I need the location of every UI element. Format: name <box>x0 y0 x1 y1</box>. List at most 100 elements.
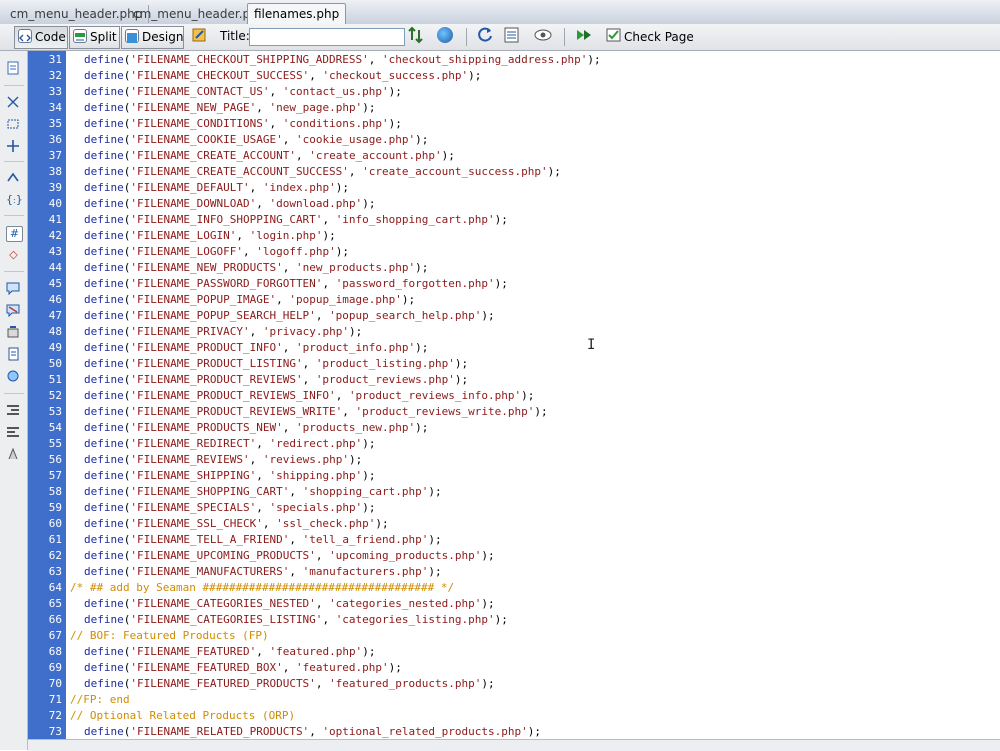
code-line[interactable]: 73 define('FILENAME_RELATED_PRODUCTS', 'o… <box>49 724 1000 739</box>
line-number: 35 <box>48 117 62 130</box>
code-line[interactable]: 43 define('FILENAME_LOGOFF', 'logoff.php'… <box>49 244 1000 260</box>
code-line[interactable]: 63 define('FILENAME_MANUFACTURERS', 'manu… <box>49 564 1000 580</box>
expand-all-icon[interactable] <box>6 139 21 153</box>
format-source-icon[interactable] <box>6 447 21 461</box>
line-number: 61 <box>48 533 62 546</box>
line-number: 55 <box>48 437 62 450</box>
expand-selection-icon[interactable] <box>6 117 21 131</box>
view-options-button[interactable] <box>500 26 526 47</box>
code-line[interactable]: 52 define('FILENAME_PRODUCT_REVIEWS_INFO'… <box>49 388 1000 404</box>
title-input[interactable] <box>249 28 405 46</box>
code-line[interactable]: 71 //FP: end <box>49 692 1000 708</box>
apply-comment-icon[interactable] <box>6 281 21 296</box>
code-statement: define('FILENAME_UPCOMING_PRODUCTS', 'up… <box>84 549 495 562</box>
code-line[interactable]: 34 define('FILENAME_NEW_PAGE', 'new_page.… <box>49 100 1000 124</box>
code-line[interactable]: 62 define('FILENAME_UPCOMING_PRODUCTS', '… <box>49 548 1000 564</box>
remove-comment-icon[interactable] <box>6 303 21 318</box>
wrap-tag-icon[interactable] <box>6 325 21 339</box>
code-line[interactable]: 42 define('FILENAME_LOGIN', 'login.php'); <box>49 228 1000 244</box>
code-line[interactable]: 51 define('FILENAME_PRODUCT_REVIEWS', 'pr… <box>49 372 1000 388</box>
file-management-button[interactable] <box>404 26 430 47</box>
code-line[interactable]: 72 // Optional Related Products (ORP) <box>49 708 1000 724</box>
code-view-button[interactable]: Code <box>14 26 68 49</box>
line-number: 69 <box>48 661 62 674</box>
code-line[interactable]: 48 define('FILENAME_PRIVACY', 'privacy.ph… <box>49 324 1000 340</box>
select-parent-icon[interactable] <box>6 171 21 185</box>
horizontal-scrollbar[interactable] <box>28 739 1000 751</box>
code-statement: define('FILENAME_FEATURED_BOX', 'feature… <box>84 661 402 674</box>
code-line[interactable]: 69 define('FILENAME_FEATURED_BOX', 'featu… <box>49 660 1000 676</box>
code-line[interactable]: 31 define('FILENAME_CHECKOUT_SHIPPING_ADD… <box>49 52 1000 68</box>
code-line[interactable]: 68 define('FILENAME_FEATURED', 'featured.… <box>49 644 1000 660</box>
code-line[interactable]: 38 define('FILENAME_CREATE_ACCOUNT_SUCCES… <box>49 164 1000 180</box>
code-statement: define('FILENAME_PASSWORD_FORGOTTEN', 'p… <box>84 277 508 290</box>
line-number: 52 <box>48 389 62 402</box>
move-css-icon[interactable] <box>6 369 21 383</box>
refresh-button[interactable] <box>474 26 496 47</box>
code-line[interactable]: 49 define('FILENAME_PRODUCT_INFO', 'produ… <box>49 340 1000 356</box>
validate-markup-button[interactable] <box>572 26 598 47</box>
tab-filenames[interactable]: filenames.php <box>247 3 347 25</box>
code-line[interactable]: 45 define('FILENAME_PASSWORD_FORGOTTEN', … <box>49 276 1000 292</box>
document-icon[interactable] <box>6 61 21 75</box>
code-line[interactable]: 37 define('FILENAME_CREATE_ACCOUNT', 'cre… <box>49 148 1000 164</box>
code-line[interactable]: 60 define('FILENAME_SSL_CHECK', 'ssl_chec… <box>49 516 1000 532</box>
code-statement: define('FILENAME_COOKIE_USAGE', 'cookie_… <box>84 133 429 146</box>
code-line[interactable]: 67 // BOF: Featured Products (FP) <box>49 628 1000 644</box>
highlight-invalid-icon[interactable]: ◇ <box>6 248 21 262</box>
code-editor[interactable]: 31 define('FILENAME_CHECKOUT_SHIPPING_ADD… <box>28 51 1000 739</box>
code-statement: define('FILENAME_PRODUCT_REVIEWS_INFO', … <box>84 389 535 402</box>
line-number: 68 <box>48 645 62 658</box>
recent-snippets-icon[interactable] <box>6 347 21 361</box>
code-line[interactable]: 47 define('FILENAME_POPUP_SEARCH_HELP', '… <box>49 308 1000 324</box>
code-line[interactable]: 53 define('FILENAME_PRODUCT_REVIEWS_WRITE… <box>49 404 1000 420</box>
live-view-button[interactable] <box>188 26 208 47</box>
line-number: 33 <box>48 85 62 98</box>
code-line[interactable]: 56 define('FILENAME_REVIEWS', 'reviews.ph… <box>49 452 1000 468</box>
split-view-icon <box>73 29 87 43</box>
code-line[interactable]: 35 define('FILENAME_CONDITIONS', 'conditi… <box>49 116 1000 132</box>
code-line[interactable]: 50 define('FILENAME_PRODUCT_LISTING', 'pr… <box>49 356 1000 372</box>
code-line[interactable]: 46 define('FILENAME_POPUP_IMAGE', 'popup_… <box>49 292 1000 308</box>
collapse-icon[interactable] <box>6 95 21 109</box>
code-lines[interactable]: 31 define('FILENAME_CHECKOUT_SHIPPING_ADD… <box>49 52 1000 739</box>
outdent-icon[interactable] <box>6 425 21 439</box>
code-line[interactable]: 44 define('FILENAME_NEW_PRODUCTS', 'new_p… <box>49 260 1000 276</box>
code-line[interactable]: 39 define('FILENAME_DEFAULT', 'index.php'… <box>49 180 1000 196</box>
code-view-icon <box>18 29 32 43</box>
line-number: 39 <box>48 181 62 194</box>
line-number: 45 <box>48 277 62 290</box>
code-line[interactable]: 65 define('FILENAME_CATEGORIES_NESTED', '… <box>49 596 1000 612</box>
line-numbers-icon[interactable]: # <box>6 226 23 242</box>
code-line[interactable]: 70 define('FILENAME_FEATURED_PRODUCTS', '… <box>49 676 1000 692</box>
code-line[interactable]: 32 define('FILENAME_CHECKOUT_SUCCESS', 'c… <box>49 68 1000 84</box>
code-line[interactable]: 40 define('FILENAME_DOWNLOAD', 'download.… <box>49 196 1000 212</box>
code-line[interactable]: 58 define('FILENAME_SHOPPING_CART', 'shop… <box>49 484 1000 500</box>
code-line[interactable]: 61 define('FILENAME_TELL_A_FRIEND', 'tell… <box>49 532 1000 548</box>
code-line[interactable]: 54 define('FILENAME_PRODUCTS_NEW', 'produ… <box>49 420 1000 436</box>
balance-braces-icon[interactable]: {:} <box>6 193 23 207</box>
line-number: 42 <box>48 229 62 242</box>
line-number: 53 <box>48 405 62 418</box>
code-line[interactable]: 41 define('FILENAME_INFO_SHOPPING_CART', … <box>49 212 1000 228</box>
line-number: 63 <box>48 565 62 578</box>
code-line[interactable]: 59 define('FILENAME_SPECIALS', 'specials.… <box>49 500 1000 516</box>
split-view-button[interactable]: Split <box>69 26 120 49</box>
code-statement: define('FILENAME_POPUP_IMAGE', 'popup_im… <box>84 293 416 306</box>
globe-icon <box>437 27 453 43</box>
line-number: 59 <box>48 501 62 514</box>
preview-browser-button[interactable] <box>434 26 460 47</box>
line-number: 32 <box>48 69 62 82</box>
indent-icon[interactable] <box>6 403 21 417</box>
check-page-button[interactable]: Check Page <box>602 26 694 47</box>
code-line[interactable]: 55 define('FILENAME_REDIRECT', 'redirect.… <box>49 436 1000 452</box>
code-line[interactable]: 64 /* ## add by Seaman ##################… <box>49 580 1000 596</box>
code-line[interactable]: 33 define('FILENAME_CONTACT_US', 'contact… <box>49 84 1000 100</box>
refresh-icon <box>477 26 493 42</box>
code-line[interactable]: 57 define('FILENAME_SHIPPING', 'shipping.… <box>49 468 1000 484</box>
code-statement: define('FILENAME_POPUP_SEARCH_HELP', 'po… <box>84 309 495 322</box>
code-line[interactable]: 66 define('FILENAME_CATEGORIES_LISTING', … <box>49 612 1000 628</box>
code-line[interactable]: 36 define('FILENAME_COOKIE_USAGE', 'cooki… <box>49 132 1000 148</box>
visual-aids-button[interactable] <box>530 26 558 47</box>
design-view-button[interactable]: Design <box>121 26 184 49</box>
